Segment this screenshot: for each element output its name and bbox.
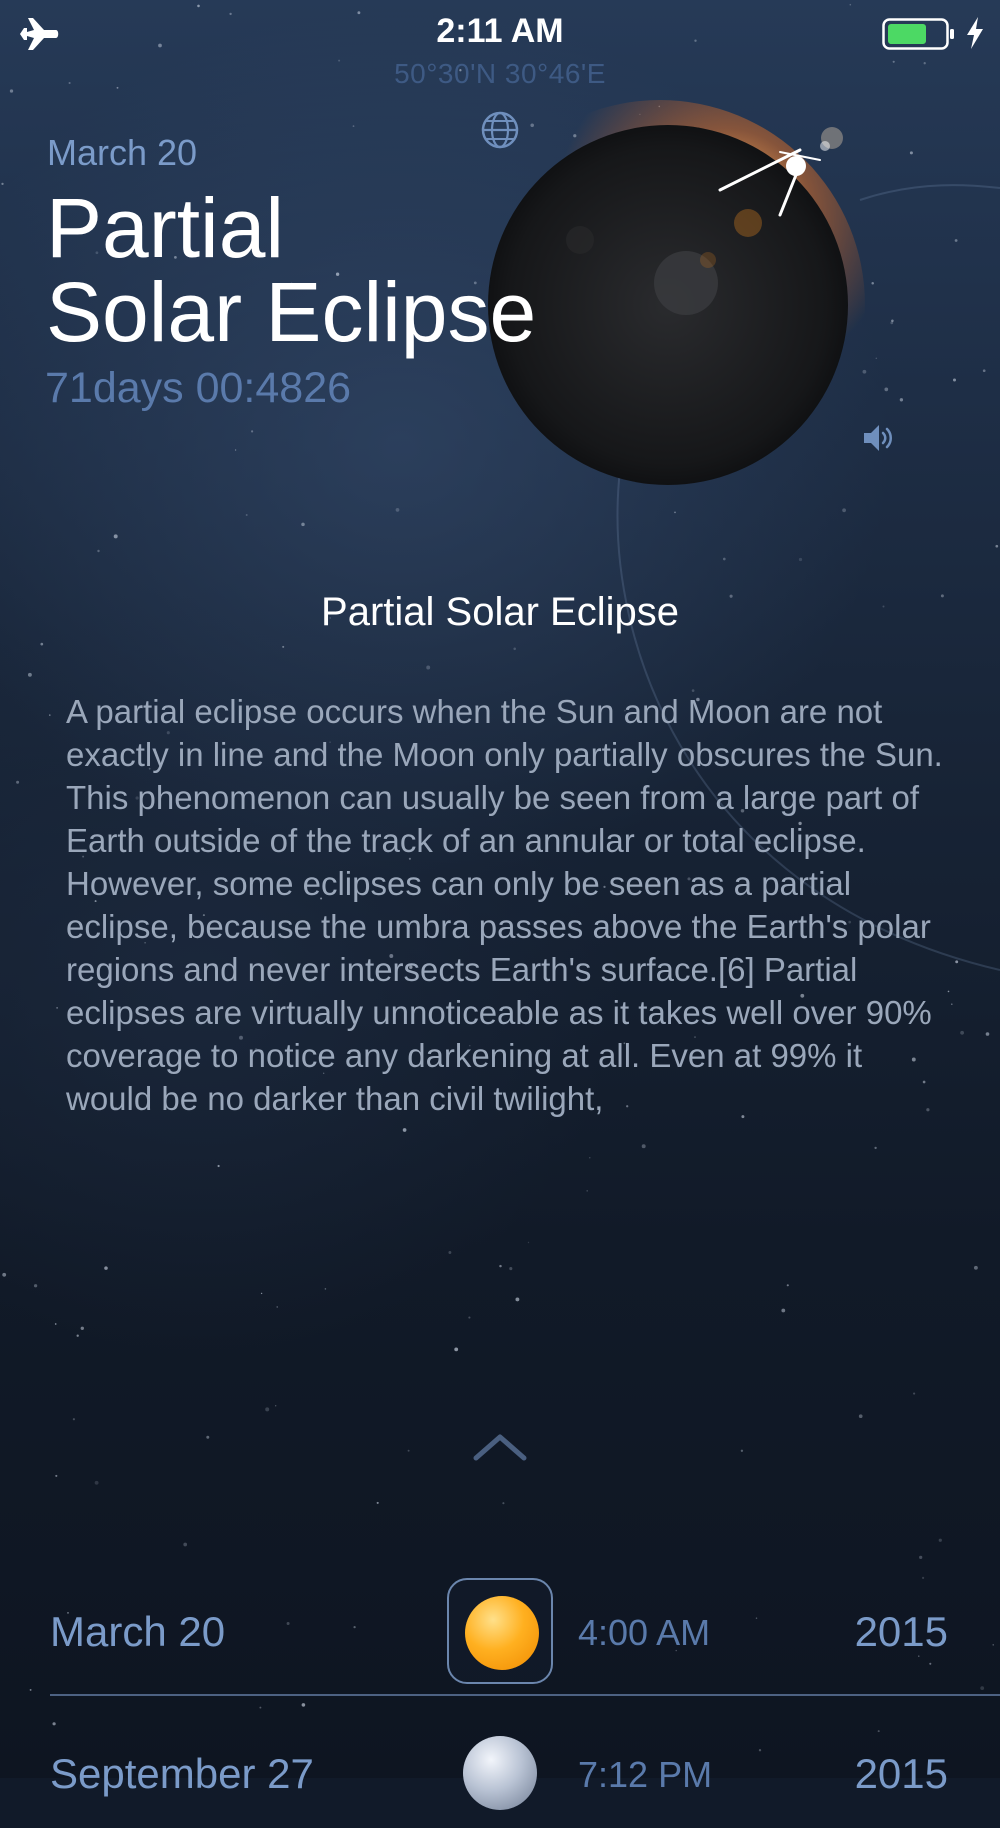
event-title-line1: Partial (46, 181, 285, 275)
event-row-date: September 27 (50, 1750, 314, 1797)
event-row-date: March 20 (50, 1608, 226, 1655)
detail-description: A partial eclipse occurs when the Sun an… (66, 693, 943, 1117)
event-row-year: 2015 (854, 1608, 948, 1655)
event-row-time: 4:00 AM (578, 1612, 711, 1653)
status-bar: 2:11 AM (0, 0, 1000, 66)
battery-icon (882, 18, 954, 50)
event-row-year: 2015 (854, 1750, 948, 1797)
charging-bolt-icon (967, 17, 983, 49)
event-row-time: 7:12 PM (578, 1754, 713, 1795)
status-time: 2:11 AM (436, 12, 564, 50)
chevron-up-icon[interactable] (472, 1432, 528, 1462)
event-title: Partial Solar Eclipse (46, 186, 646, 354)
event-row-thumbnail[interactable] (447, 1578, 553, 1684)
speaker-icon[interactable] (862, 422, 896, 454)
event-row[interactable]: September 27 7:12 PM 2015 (0, 1720, 1000, 1828)
location-coordinates[interactable]: 50°30'N 30°46'E (0, 58, 1000, 90)
moon-icon (463, 1736, 537, 1810)
countdown-timer: 71days 00:4826 (45, 364, 352, 412)
event-title-line2: Solar Eclipse (46, 265, 537, 359)
event-date: March 20 (47, 132, 198, 173)
list-divider (50, 1694, 1000, 1696)
event-row[interactable]: March 20 4:00 AM 2015 (0, 1578, 1000, 1686)
event-row-thumbnail[interactable] (447, 1720, 553, 1826)
detail-heading: Partial Solar Eclipse (321, 590, 679, 634)
sun-icon (465, 1596, 539, 1670)
